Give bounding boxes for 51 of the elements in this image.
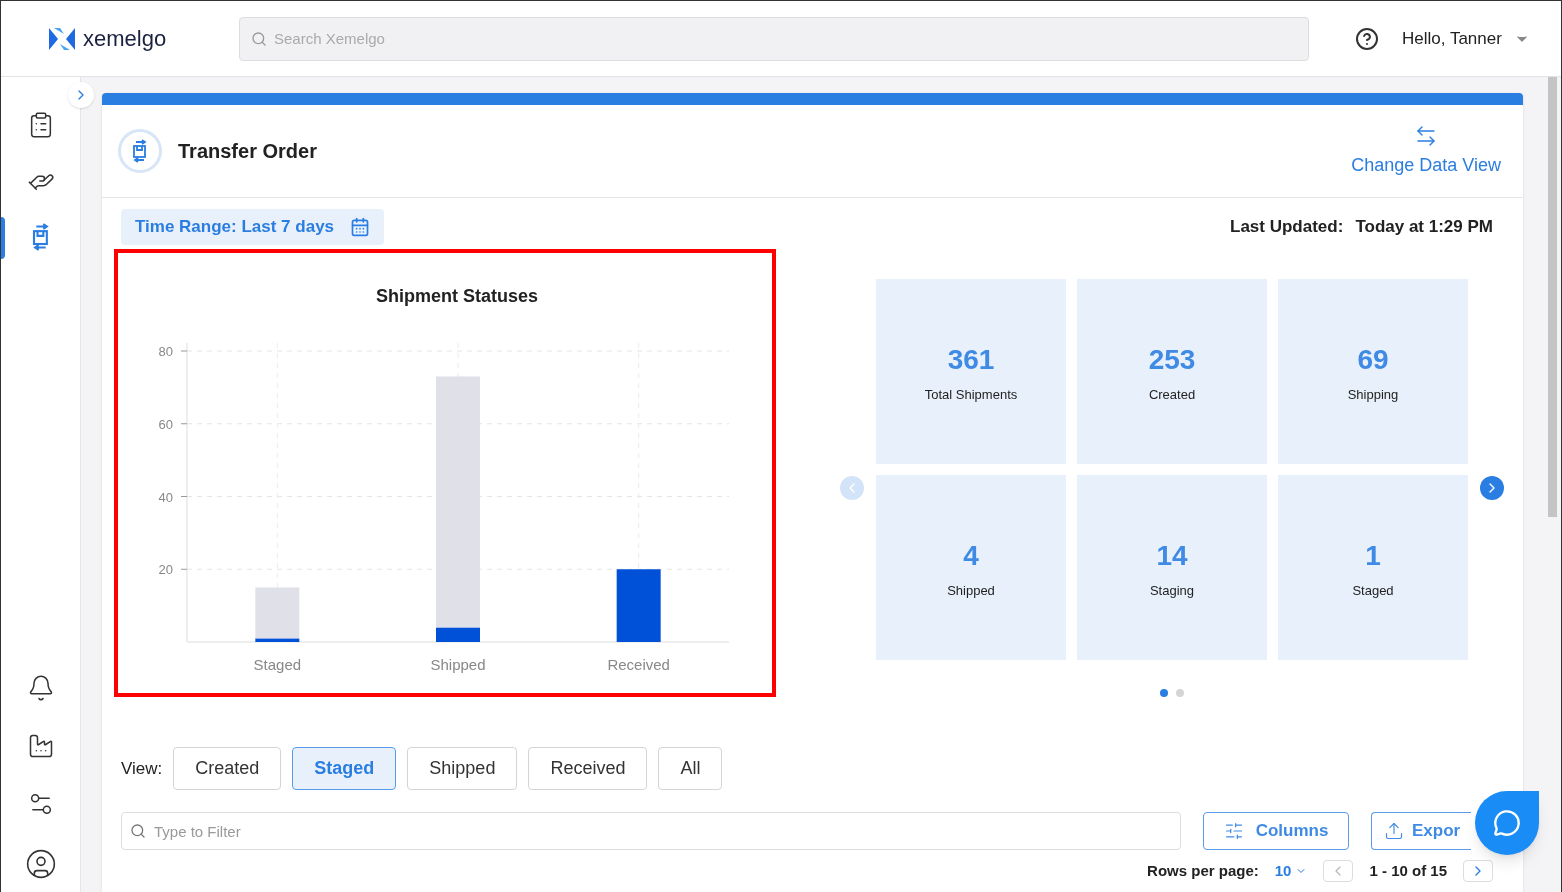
chat-icon — [1493, 809, 1521, 837]
upload-icon — [1384, 821, 1404, 841]
logo-icon — [49, 26, 75, 51]
time-range-button[interactable]: Time Range: Last 7 days — [121, 209, 385, 245]
axis-tick-label: 40 — [158, 489, 173, 505]
sliders-icon — [1223, 821, 1244, 841]
view-tab[interactable]: Shipped — [407, 747, 518, 790]
rows-per-page-label: Rows per page: — [1147, 861, 1259, 881]
user-menu[interactable]: Hello, Tanner — [1402, 25, 1530, 52]
filter-field[interactable]: Type to Filter — [121, 812, 1181, 850]
rows-per-page-select[interactable]: 10 — [1274, 860, 1308, 883]
view-label: View: — [121, 757, 163, 780]
page-title: Transfer Order — [178, 139, 317, 164]
stat-value: 4 — [963, 538, 979, 573]
stat-value: 253 — [1148, 342, 1196, 377]
axis-category-label: Staged — [253, 656, 302, 673]
axis-category-label: Received — [607, 656, 670, 673]
stat-label: Shipping — [1347, 385, 1399, 404]
stat-value: 1 — [1365, 538, 1381, 573]
calendar-icon — [350, 217, 371, 237]
stat-label: Shipped — [947, 581, 995, 600]
page-range: 1 - 10 of 15 — [1369, 861, 1447, 881]
export-button[interactable]: Expor — [1371, 812, 1471, 850]
stat-label: Created — [1148, 385, 1196, 404]
chart-title: Shipment Statuses — [376, 286, 538, 306]
last-updated-label: Last Updated: — [1230, 216, 1344, 239]
stat-value: 14 — [1156, 538, 1188, 573]
view-tab[interactable]: Staged — [292, 747, 397, 790]
stat-label: Total Shipments — [924, 385, 1018, 404]
search-field[interactable]: Search Xemelgo — [239, 16, 1309, 61]
stat-label: Staged — [1352, 581, 1394, 600]
axis-tick-label: 60 — [158, 416, 173, 432]
axis-tick-label: 80 — [158, 344, 173, 359]
search-icon — [251, 30, 267, 47]
view-tab[interactable]: All — [658, 747, 723, 790]
stat-value: 361 — [947, 342, 995, 377]
axis-category-label: Shipped — [430, 656, 486, 673]
help-icon[interactable] — [1355, 26, 1379, 51]
stat-value: 69 — [1357, 342, 1389, 377]
view-tab[interactable]: Received — [528, 747, 648, 790]
carousel-next-button[interactable] — [1480, 476, 1504, 500]
view-tab[interactable]: Created — [173, 747, 282, 790]
axis-tick-label: 20 — [158, 562, 173, 578]
columns-button[interactable]: Columns — [1203, 812, 1349, 850]
search-icon — [130, 823, 146, 839]
last-updated-value: Today at 1:29 PM — [1355, 216, 1493, 239]
profile-icon[interactable] — [24, 848, 57, 880]
change-data-view-button[interactable]: Change Data View — [1351, 123, 1501, 179]
logo-text: xemelgo — [83, 25, 167, 53]
stat-label: Staging — [1149, 581, 1195, 600]
active-indicator — [1, 217, 5, 259]
